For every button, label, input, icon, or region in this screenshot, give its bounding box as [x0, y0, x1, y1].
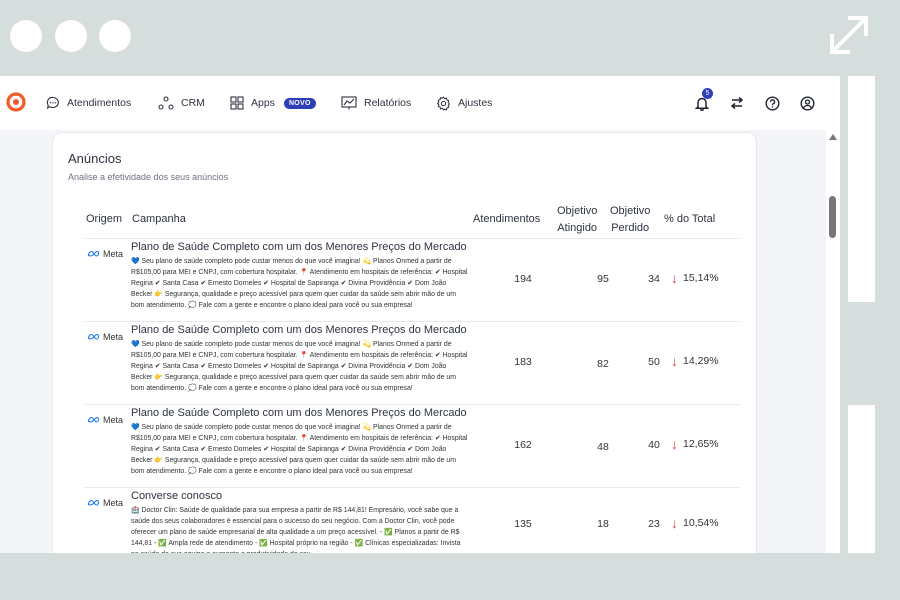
nav-label: Atendimentos [67, 97, 132, 109]
campaign-title: Converse conosco [131, 490, 223, 502]
nav-item-relatorios[interactable]: Relatórios [341, 76, 411, 130]
top-navigation: Atendimentos CRM Apps NOVO Relatórios Aj… [0, 76, 840, 130]
header-atendimentos[interactable]: Atendimentos [473, 211, 540, 228]
origin-label: Meta [103, 415, 124, 425]
objetivo-atingido-value: 18 [597, 518, 609, 530]
crm-nodes-icon [158, 96, 174, 110]
side-panel-strip [848, 405, 875, 553]
scroll-up-arrow-icon[interactable] [829, 134, 837, 140]
campaign-description: 🏥 Doctor Clin: Saúde de qualidade para s… [131, 507, 461, 553]
app-window: Atendimentos CRM Apps NOVO Relatórios Aj… [0, 76, 840, 553]
table-row[interactable]: Meta Plano de Saúde Completo com um dos … [85, 404, 740, 487]
origin-cell: Meta [87, 498, 123, 508]
help-button[interactable] [761, 92, 783, 114]
objetivo-perdido-value: 34 [648, 273, 660, 285]
meta-logo-icon [87, 333, 100, 340]
meta-logo-icon [87, 250, 100, 257]
percent-value: 12,65% [683, 438, 719, 450]
origin-cell: Meta [87, 332, 123, 342]
origin-cell: Meta [87, 415, 123, 425]
atendimentos-value: 135 [514, 518, 532, 530]
campaign-title: Plano de Saúde Completo com um dos Menor… [131, 241, 467, 253]
help-icon [764, 95, 780, 111]
objetivo-perdido-value: 40 [648, 439, 660, 451]
app-logo[interactable] [6, 92, 26, 112]
window-dot [55, 20, 87, 52]
percent-total-cell: ↓ 12,65% [671, 436, 719, 452]
gear-icon [436, 95, 451, 111]
campaign-title: Plano de Saúde Completo com um dos Menor… [131, 324, 467, 336]
header-line: Perdido [611, 222, 650, 234]
grid-icon [230, 96, 244, 110]
header-percent-total[interactable]: % do Total [664, 211, 715, 228]
vertical-scrollbar[interactable] [826, 130, 840, 553]
table-row[interactable]: Meta Plano de Saúde Completo com um dos … [85, 238, 740, 321]
nav-label: CRM [181, 97, 205, 109]
chat-icon [46, 96, 59, 110]
nav-label: Relatórios [364, 97, 412, 109]
header-campanha[interactable]: Campanha [132, 211, 186, 228]
origin-label: Meta [103, 498, 124, 508]
profile-button[interactable] [796, 92, 818, 114]
new-badge: NOVO [283, 97, 316, 109]
header-line: Objetivo [557, 205, 598, 217]
user-circle-icon [799, 95, 815, 111]
window-dot [99, 20, 131, 52]
side-panel-strip [848, 76, 875, 302]
table-row[interactable]: Meta Converse conosco 🏥 Doctor Clin: Saú… [85, 487, 740, 553]
chart-icon [341, 96, 357, 110]
arrow-down-icon: ↓ [671, 436, 678, 452]
arrow-down-icon: ↓ [671, 270, 678, 286]
origin-label: Meta [103, 332, 124, 342]
switch-button[interactable] [726, 92, 748, 114]
header-objetivo-atingido[interactable]: Objetivo Atingido [557, 203, 597, 237]
origin-cell: Meta [87, 249, 123, 259]
meta-logo-icon [87, 499, 100, 506]
origin-label: Meta [103, 249, 124, 259]
percent-value: 14,29% [683, 355, 719, 367]
header-line: Atingido [557, 222, 598, 234]
notification-count-badge: 5 [702, 88, 713, 99]
percent-value: 15,14% [683, 272, 719, 284]
arrow-down-icon: ↓ [671, 353, 678, 369]
header-line: Objetivo [610, 205, 651, 217]
objetivo-atingido-value: 48 [597, 441, 609, 453]
scrollbar-thumb[interactable] [829, 196, 836, 238]
meta-logo-icon [87, 416, 100, 423]
nav-item-ajustes[interactable]: Ajustes [436, 76, 492, 130]
objetivo-atingido-value: 95 [597, 273, 609, 285]
arrow-down-icon: ↓ [671, 515, 678, 531]
header-objetivo-perdido[interactable]: Objetivo Perdido [610, 203, 650, 237]
window-dot [10, 20, 42, 52]
card-subtitle: Analise a efetividade dos seus anúncios [68, 172, 229, 182]
ads-card: Anúncios Analise a efetividade dos seus … [52, 132, 757, 553]
campaign-title: Plano de Saúde Completo com um dos Menor… [131, 407, 467, 419]
header-origem[interactable]: Origem [86, 211, 122, 228]
expand-icon[interactable] [828, 14, 870, 56]
swap-arrows-icon [730, 96, 744, 110]
nav-item-atendimentos[interactable]: Atendimentos [46, 76, 131, 130]
campaign-description: 💙 Seu plano de saúde completo pode custa… [131, 341, 468, 392]
nav-label: Ajustes [458, 97, 493, 109]
notifications-button[interactable]: 5 [691, 88, 713, 114]
objetivo-atingido-value: 82 [597, 358, 609, 370]
table-row[interactable]: Meta Plano de Saúde Completo com um dos … [85, 321, 740, 404]
campaign-description: 💙 Seu plano de saúde completo pode custa… [131, 258, 468, 309]
percent-total-cell: ↓ 10,54% [671, 515, 719, 531]
percent-total-cell: ↓ 15,14% [671, 270, 719, 286]
percent-total-cell: ↓ 14,29% [671, 353, 719, 369]
objetivo-perdido-value: 23 [648, 518, 660, 530]
atendimentos-value: 194 [514, 273, 532, 285]
card-title: Anúncios [68, 151, 122, 166]
nav-item-apps[interactable]: Apps NOVO [230, 76, 316, 130]
atendimentos-value: 162 [514, 439, 532, 451]
campaign-description: 💙 Seu plano de saúde completo pode custa… [131, 424, 468, 475]
atendimentos-value: 183 [514, 356, 532, 368]
percent-value: 10,54% [683, 517, 719, 529]
nav-label: Apps [251, 97, 275, 109]
objetivo-perdido-value: 50 [648, 356, 660, 368]
nav-item-crm[interactable]: CRM [158, 76, 205, 130]
